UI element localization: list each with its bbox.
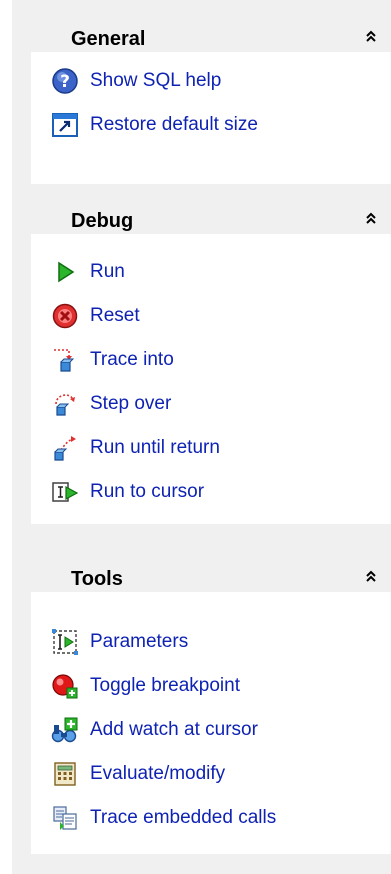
section-debug: Debug Run Reset Trace into Step over Run… bbox=[31, 182, 391, 524]
section-header-general[interactable]: General bbox=[31, 0, 391, 52]
calculator-icon bbox=[51, 760, 79, 788]
parameters-link[interactable]: Parameters bbox=[51, 627, 188, 657]
task-pane: General ? Show SQL help Restore default … bbox=[12, 0, 391, 874]
item-label: Restore default size bbox=[90, 114, 258, 135]
trace-into-icon bbox=[51, 346, 79, 374]
run-arrow-icon bbox=[51, 258, 79, 286]
restore-window-icon bbox=[51, 111, 79, 139]
section-tools: Tools Parameters Toggle breakpoint Add w… bbox=[31, 540, 391, 854]
section-title-general: General bbox=[71, 28, 146, 50]
collapse-chevron-icon[interactable] bbox=[363, 28, 379, 44]
run-until-return-link[interactable]: Run until return bbox=[51, 433, 220, 463]
help-icon: ? bbox=[51, 67, 79, 95]
section-body-tools: Parameters Toggle breakpoint Add watch a… bbox=[31, 592, 391, 854]
collapse-chevron-icon[interactable] bbox=[363, 568, 379, 584]
toggle-breakpoint-link[interactable]: Toggle breakpoint bbox=[51, 671, 240, 701]
step-over-link[interactable]: Step over bbox=[51, 389, 171, 419]
trace-calls-icon bbox=[51, 804, 79, 832]
collapse-chevron-icon[interactable] bbox=[363, 210, 379, 226]
trace-embedded-calls-link[interactable]: Trace embedded calls bbox=[51, 803, 276, 833]
item-label: Add watch at cursor bbox=[90, 719, 258, 740]
item-label: Reset bbox=[90, 305, 140, 326]
section-header-debug[interactable]: Debug bbox=[31, 182, 391, 234]
run-to-cursor-link[interactable]: Run to cursor bbox=[51, 477, 204, 507]
item-label: Trace into bbox=[90, 349, 174, 370]
add-watch-at-cursor-link[interactable]: Add watch at cursor bbox=[51, 715, 258, 745]
evaluate-modify-link[interactable]: Evaluate/modify bbox=[51, 759, 225, 789]
item-label: Step over bbox=[90, 393, 172, 414]
parameters-icon bbox=[51, 628, 79, 656]
item-label: Run until return bbox=[90, 437, 220, 458]
section-body-debug: Run Reset Trace into Step over Run until… bbox=[31, 234, 391, 524]
trace-into-link[interactable]: Trace into bbox=[51, 345, 174, 375]
step-over-icon bbox=[51, 390, 79, 418]
show-sql-help-link[interactable]: ? Show SQL help bbox=[51, 66, 221, 96]
run-until-return-icon bbox=[51, 434, 79, 462]
reset-link[interactable]: Reset bbox=[51, 301, 140, 331]
add-watch-icon bbox=[51, 716, 79, 744]
item-label: Run bbox=[90, 261, 125, 282]
run-link[interactable]: Run bbox=[51, 257, 125, 287]
item-label: Run to cursor bbox=[90, 481, 205, 502]
section-title-tools: Tools bbox=[71, 568, 123, 590]
reset-stop-icon bbox=[51, 302, 79, 330]
item-label: Evaluate/modify bbox=[90, 763, 226, 784]
svg-text:?: ? bbox=[60, 72, 70, 92]
item-label: Trace embedded calls bbox=[90, 807, 277, 828]
restore-default-size-link[interactable]: Restore default size bbox=[51, 110, 258, 140]
breakpoint-icon bbox=[51, 672, 79, 700]
section-header-tools[interactable]: Tools bbox=[31, 540, 391, 592]
section-body-general: ? Show SQL help Restore default size bbox=[31, 52, 391, 184]
item-label: Parameters bbox=[90, 631, 189, 652]
section-general: General ? Show SQL help Restore default … bbox=[31, 0, 391, 184]
section-title-debug: Debug bbox=[71, 210, 134, 232]
run-to-cursor-icon bbox=[51, 478, 79, 506]
item-label: Show SQL help bbox=[90, 70, 222, 91]
item-label: Toggle breakpoint bbox=[90, 675, 240, 696]
